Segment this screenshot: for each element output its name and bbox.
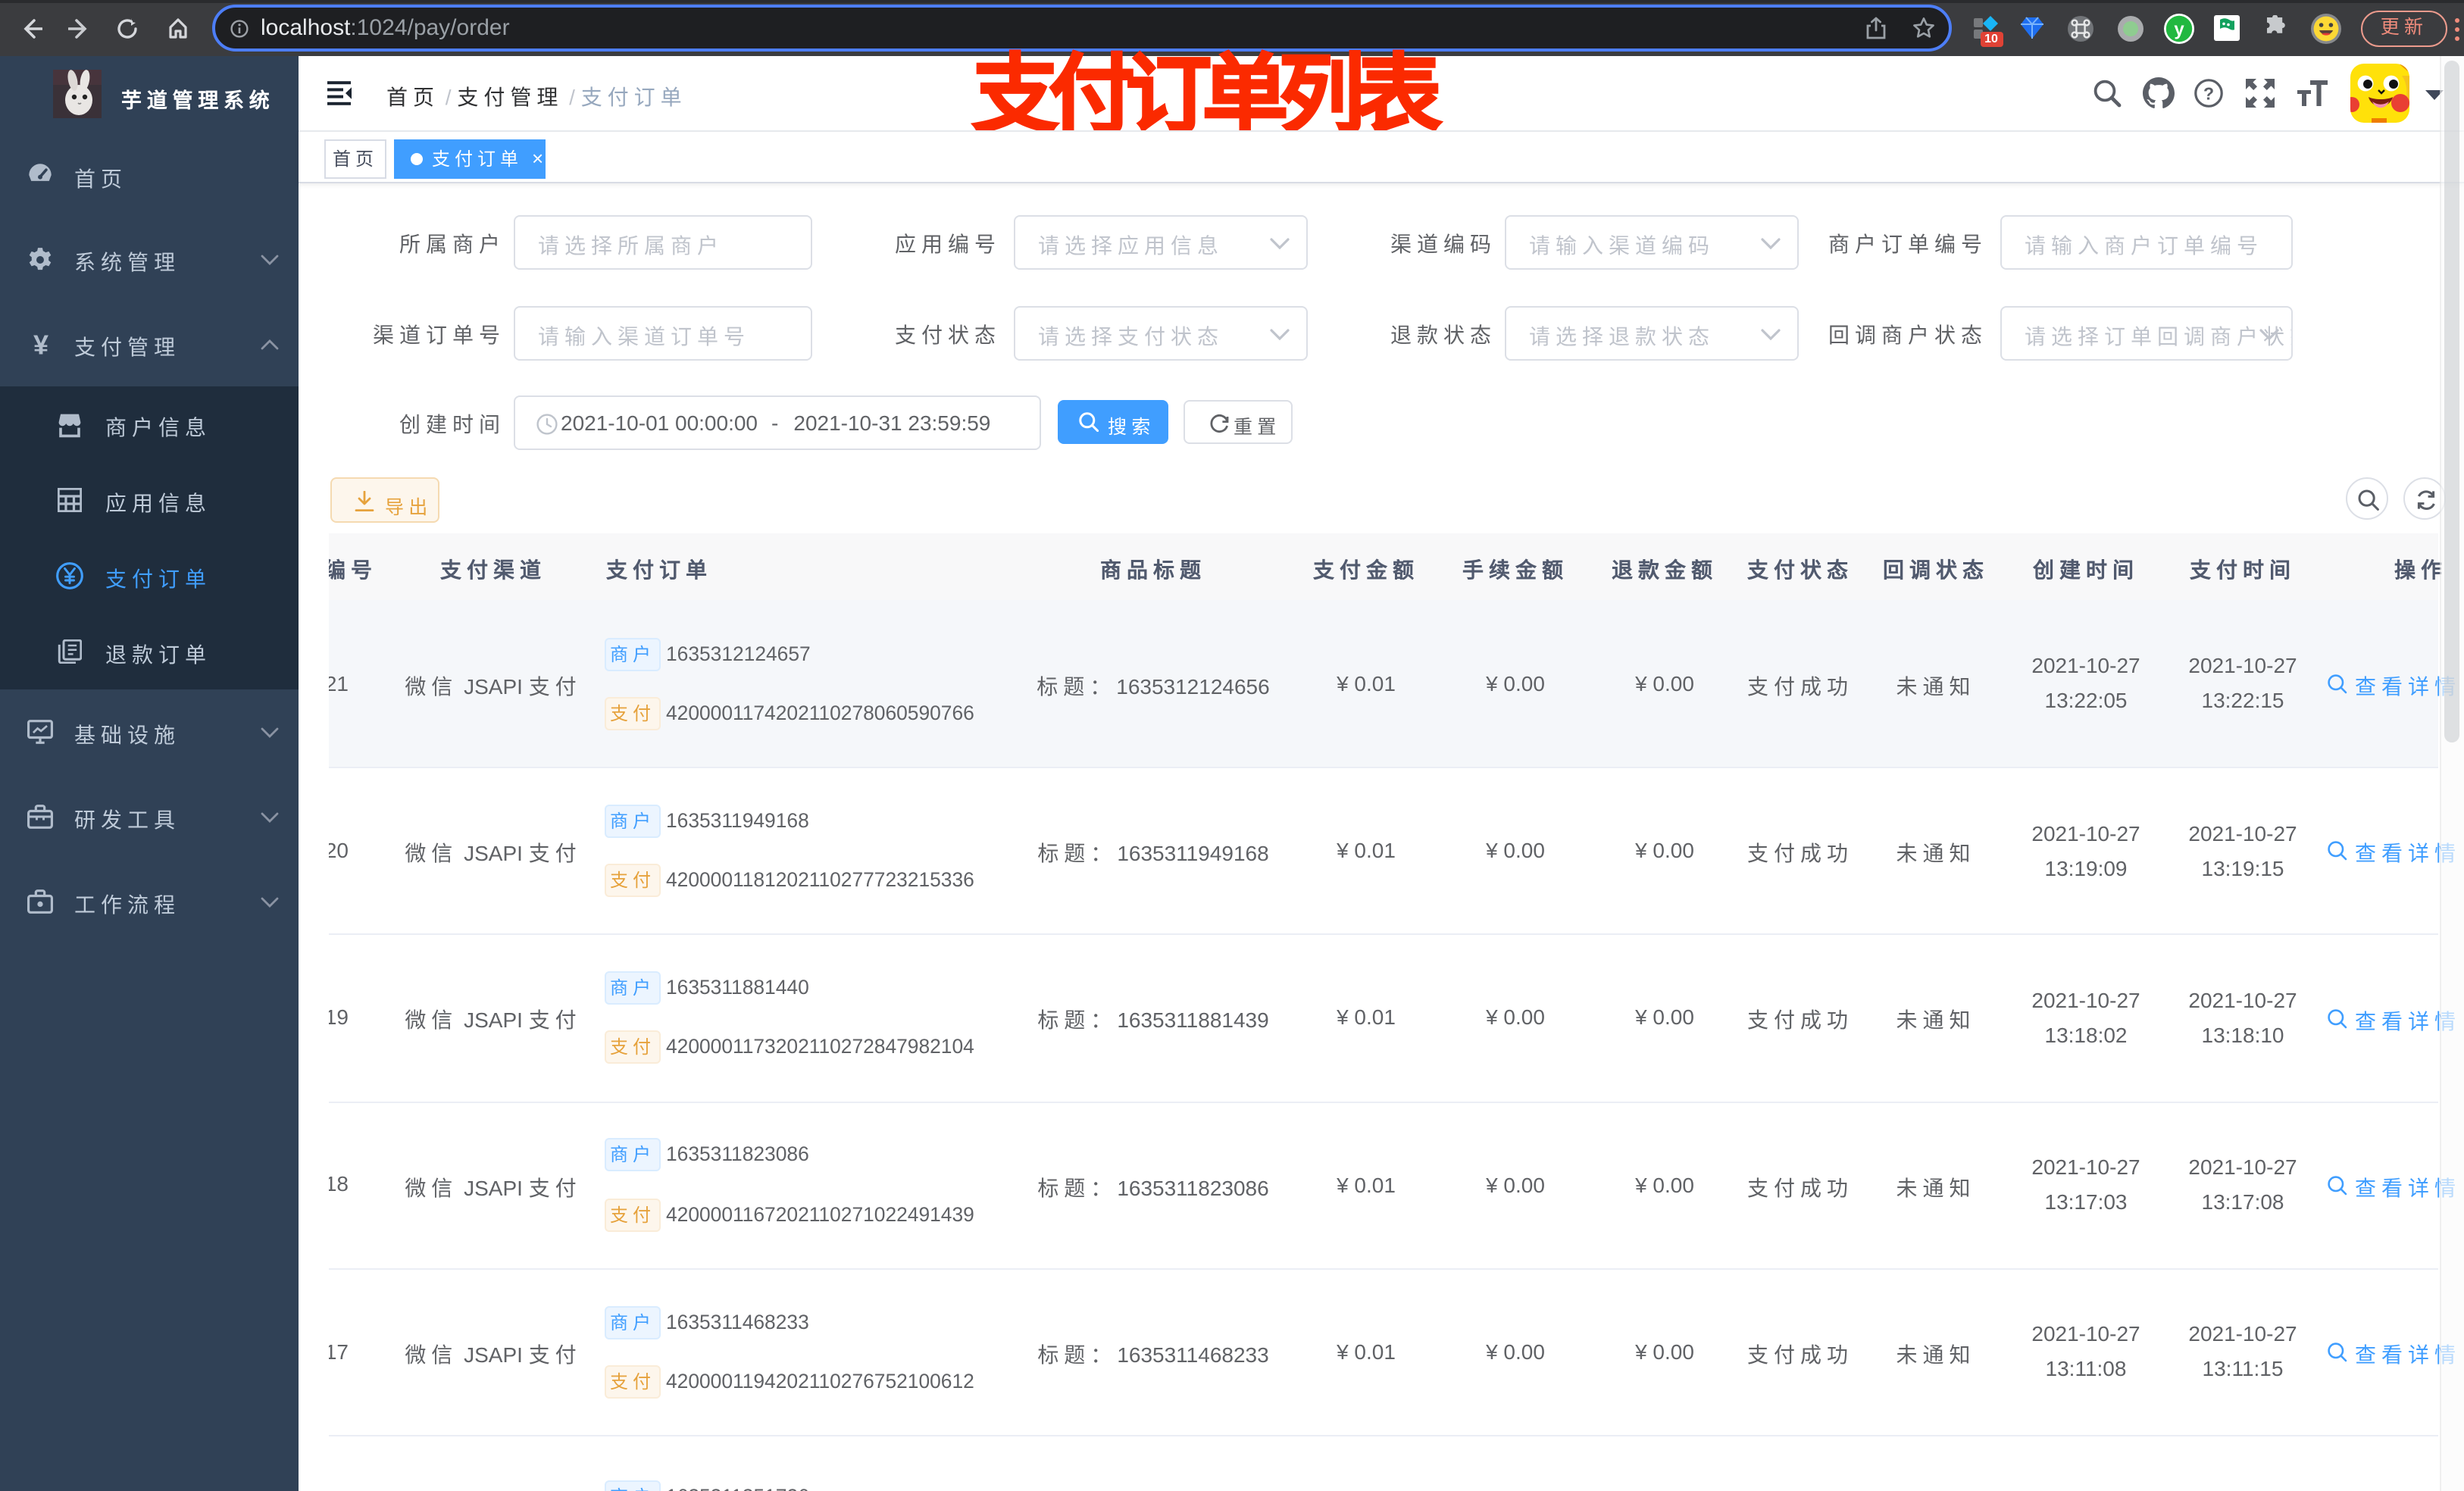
svg-text:?: ? [2203,83,2214,103]
svg-text:¥: ¥ [33,330,48,358]
svg-text:y: y [2174,18,2184,39]
